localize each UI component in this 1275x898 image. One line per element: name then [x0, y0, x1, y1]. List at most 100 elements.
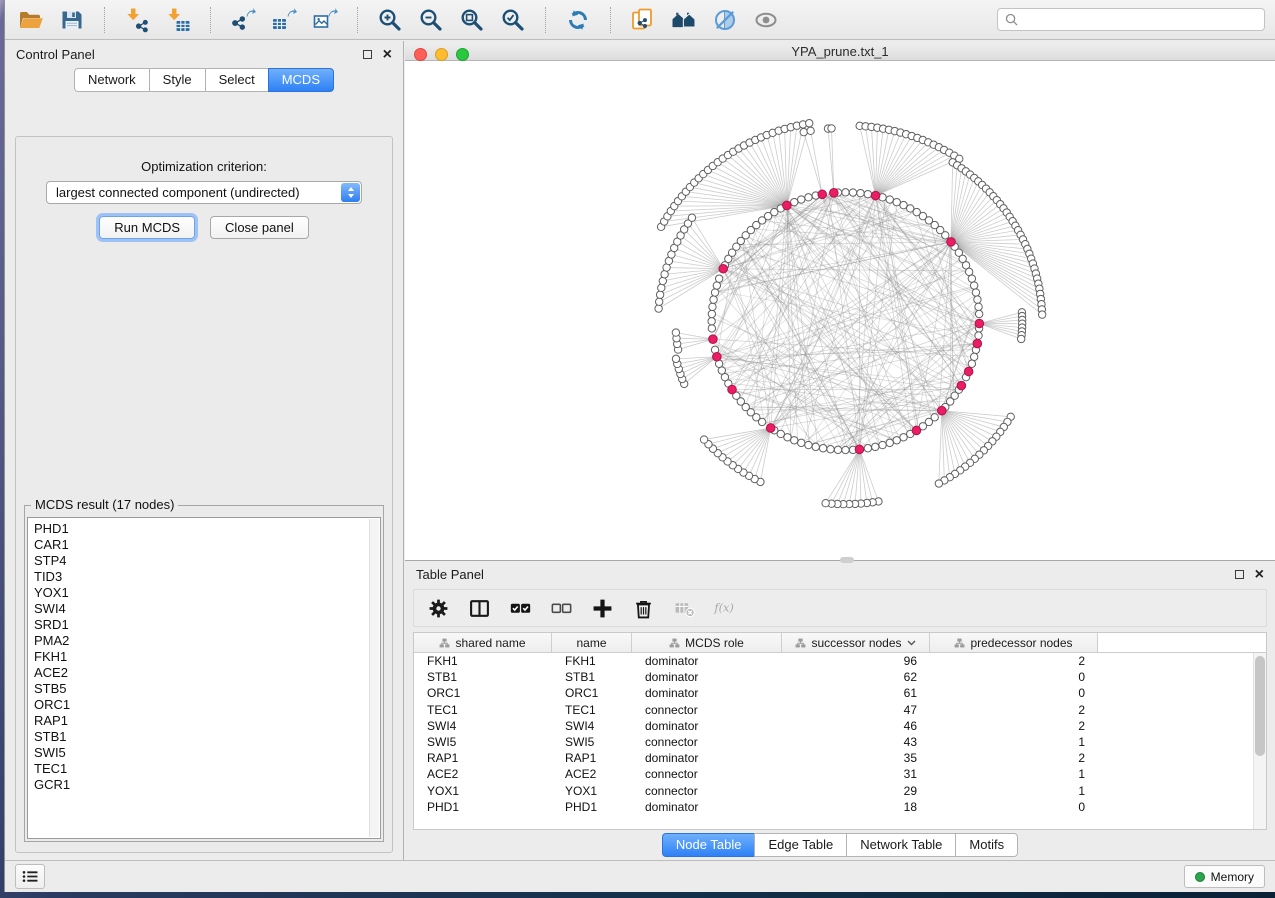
- optimization-criterion-select[interactable]: largest connected component (undirected): [46, 181, 362, 204]
- column-header-successor-nodes[interactable]: successor nodes: [782, 633, 930, 652]
- show-hidden-icon[interactable]: [750, 4, 782, 36]
- hide-selected-icon[interactable]: [709, 4, 741, 36]
- function-builder-icon: f(x): [713, 596, 737, 620]
- table-tab-network-table[interactable]: Network Table: [846, 833, 956, 857]
- float-panel-icon[interactable]: [363, 50, 372, 59]
- mcds-result-list[interactable]: PHD1CAR1STP4TID3YOX1SWI4SRD1PMA2FKH1ACE2…: [27, 517, 381, 839]
- splitter-handle[interactable]: [840, 557, 854, 563]
- mcds-result-item[interactable]: STB1: [34, 729, 374, 745]
- cell-name: TEC1: [552, 703, 632, 717]
- delete-column-icon[interactable]: [631, 596, 655, 620]
- add-column-icon[interactable]: [590, 596, 614, 620]
- mcds-result-item[interactable]: CAR1: [34, 537, 374, 553]
- close-panel-icon[interactable]: ×: [383, 50, 392, 60]
- cell-mcds-role: dominator: [632, 686, 782, 700]
- window-minimize-icon[interactable]: [435, 48, 448, 61]
- cell-shared-name: SWI5: [414, 735, 552, 749]
- cell-shared-name: TEC1: [414, 703, 552, 717]
- memory-button[interactable]: Memory: [1184, 865, 1265, 888]
- mcds-result-item[interactable]: SRD1: [34, 617, 374, 633]
- search-input[interactable]: [1023, 13, 1257, 27]
- mcds-result-item[interactable]: PMA2: [34, 633, 374, 649]
- task-list-icon: [22, 870, 39, 883]
- tab-network[interactable]: Network: [74, 68, 150, 92]
- cell-name: STB1: [552, 670, 632, 684]
- export-image-icon[interactable]: [309, 4, 341, 36]
- mcds-result-item[interactable]: YOX1: [34, 585, 374, 601]
- cell-successor-nodes: 18: [782, 800, 930, 814]
- control-panel-tabbar: NetworkStyleSelectMCDS: [5, 68, 403, 92]
- table-row[interactable]: TEC1TEC1connector472: [414, 702, 1266, 718]
- gear-icon[interactable]: [426, 596, 450, 620]
- window-close-icon[interactable]: [414, 48, 427, 61]
- mcds-result-item[interactable]: FKH1: [34, 649, 374, 665]
- mcds-result-item[interactable]: PHD1: [34, 521, 374, 537]
- table-tab-node-table[interactable]: Node Table: [662, 833, 756, 857]
- mcds-result-item[interactable]: SWI4: [34, 601, 374, 617]
- refresh-icon[interactable]: [562, 4, 594, 36]
- column-header-predecessor-nodes[interactable]: predecessor nodes: [930, 633, 1098, 652]
- mcds-result-item[interactable]: GCR1: [34, 777, 374, 793]
- import-network-icon[interactable]: [121, 4, 153, 36]
- table-tab-motifs[interactable]: Motifs: [955, 833, 1018, 857]
- mcds-result-item[interactable]: ORC1: [34, 697, 374, 713]
- import-table-icon[interactable]: [162, 4, 194, 36]
- tab-style[interactable]: Style: [149, 68, 206, 92]
- table-tab-edge-table[interactable]: Edge Table: [754, 833, 847, 857]
- column-header-name[interactable]: name: [552, 633, 632, 652]
- mcds-result-item[interactable]: TEC1: [34, 761, 374, 777]
- table-row[interactable]: ACE2ACE2connector311: [414, 766, 1266, 782]
- table-row[interactable]: FKH1FKH1dominator962: [414, 653, 1266, 669]
- close-table-panel-icon[interactable]: ×: [1255, 570, 1264, 580]
- mcds-result-item[interactable]: STB5: [34, 681, 374, 697]
- table-row[interactable]: SWI5SWI5connector431: [414, 734, 1266, 750]
- table-row[interactable]: PHD1PHD1dominator180: [414, 799, 1266, 815]
- network-canvas[interactable]: [405, 61, 1275, 560]
- control-panel-header: Control Panel ×: [5, 41, 403, 68]
- mcds-result-item[interactable]: RAP1: [34, 713, 374, 729]
- table-row[interactable]: ORC1ORC1dominator610: [414, 685, 1266, 701]
- cell-successor-nodes: 47: [782, 703, 930, 717]
- columns-icon[interactable]: [467, 596, 491, 620]
- mcds-result-item[interactable]: STP4: [34, 553, 374, 569]
- task-history-button[interactable]: [15, 864, 45, 889]
- cell-predecessor-nodes: 0: [930, 800, 1098, 814]
- table-row[interactable]: RAP1RAP1dominator352: [414, 750, 1266, 766]
- mcds-result-item[interactable]: SWI5: [34, 745, 374, 761]
- memory-status-icon: [1195, 872, 1205, 882]
- export-table-icon[interactable]: [268, 4, 300, 36]
- zoom-out-icon[interactable]: [415, 4, 447, 36]
- network-window-titlebar[interactable]: YPA_prune.txt_1: [405, 44, 1275, 61]
- run-mcds-button[interactable]: Run MCDS: [99, 216, 195, 239]
- zoom-in-icon[interactable]: [374, 4, 406, 36]
- table-panel-title: Table Panel: [416, 567, 484, 582]
- table-row[interactable]: YOX1YOX1connector291: [414, 783, 1266, 799]
- close-panel-button[interactable]: Close panel: [210, 216, 309, 239]
- mcds-result-item[interactable]: TID3: [34, 569, 374, 585]
- table-row[interactable]: STB1STB1dominator620: [414, 669, 1266, 685]
- toolbar-separator: [210, 7, 211, 33]
- column-header-shared-name[interactable]: shared name: [414, 633, 552, 652]
- mcds-result-item[interactable]: ACE2: [34, 665, 374, 681]
- table-scrollbar[interactable]: [1253, 653, 1266, 829]
- table-row[interactable]: SWI4SWI4dominator462: [414, 718, 1266, 734]
- group-nodes-icon[interactable]: [668, 4, 700, 36]
- select-all-icon[interactable]: [508, 596, 532, 620]
- save-session-icon[interactable]: [56, 4, 88, 36]
- zoom-selected-icon[interactable]: [497, 4, 529, 36]
- cell-mcds-role: dominator: [632, 800, 782, 814]
- mcds-list-scrollbar[interactable]: [369, 519, 379, 837]
- deselect-all-icon[interactable]: [549, 596, 573, 620]
- export-network-icon[interactable]: [227, 4, 259, 36]
- tab-select[interactable]: Select: [205, 68, 269, 92]
- cell-shared-name: SWI4: [414, 719, 552, 733]
- search-box[interactable]: [997, 8, 1265, 31]
- window-maximize-icon[interactable]: [456, 48, 469, 61]
- tab-mcds[interactable]: MCDS: [268, 68, 334, 92]
- clone-network-icon[interactable]: [627, 4, 659, 36]
- zoom-fit-icon[interactable]: [456, 4, 488, 36]
- open-file-icon[interactable]: [15, 4, 47, 36]
- table-scrollbar-thumb[interactable]: [1255, 656, 1265, 756]
- column-header-MCDS-role[interactable]: MCDS role: [632, 633, 782, 652]
- float-table-panel-icon[interactable]: [1235, 570, 1244, 579]
